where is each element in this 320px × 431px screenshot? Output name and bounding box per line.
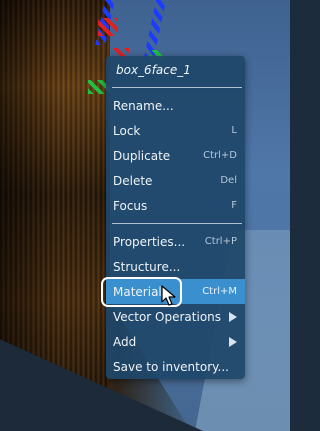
menu-item-label: Rename... xyxy=(113,98,174,113)
submenu-arrow-icon xyxy=(229,311,237,322)
menu-separator xyxy=(112,87,242,88)
menu-item-add[interactable]: Add xyxy=(106,329,245,354)
menu-item-shortcut: L xyxy=(231,125,237,136)
menu-item-shortcut: F xyxy=(231,200,237,211)
menu-item-lock[interactable]: Lock L xyxy=(106,118,245,143)
menu-item-label: Properties... xyxy=(113,234,186,249)
menu-item-duplicate[interactable]: Duplicate Ctrl+D xyxy=(106,143,245,168)
menu-item-vector-operations[interactable]: Vector Operations xyxy=(106,304,245,329)
menu-item-label: Vector Operations xyxy=(113,309,222,324)
menu-item-label: Structure... xyxy=(113,259,181,274)
menu-item-shortcut: Ctrl+P xyxy=(204,236,237,247)
menu-item-focus[interactable]: Focus F xyxy=(106,193,245,218)
menu-item-properties[interactable]: Properties... Ctrl+P xyxy=(106,229,245,254)
context-menu-title: box_6face_1 xyxy=(116,63,191,77)
menu-item-shortcut: Ctrl+D xyxy=(203,150,237,161)
menu-item-label: Duplicate xyxy=(113,148,171,163)
menu-item-label: Focus xyxy=(113,198,148,213)
mouse-pointer-icon xyxy=(161,285,176,306)
menu-item-structure[interactable]: Structure... xyxy=(106,254,245,279)
submenu-arrow-icon xyxy=(229,336,237,347)
menu-item-shortcut: Ctrl+M xyxy=(202,286,237,297)
menu-item-label: Add xyxy=(113,334,137,349)
gizmo-x-axis-handle[interactable] xyxy=(98,18,118,36)
menu-item-label: Delete xyxy=(113,173,153,188)
menu-item-label: Lock xyxy=(113,123,141,138)
menu-item-label: Save to inventory... xyxy=(113,359,229,374)
menu-item-delete[interactable]: Delete Del xyxy=(106,168,245,193)
context-menu: box_6face_1 Rename... Lock L Duplicate C… xyxy=(106,56,245,379)
menu-item-save-to-inventory[interactable]: Save to inventory... xyxy=(106,354,245,379)
menu-item-shortcut: Del xyxy=(220,175,237,186)
menu-separator xyxy=(112,223,242,224)
menu-item-rename[interactable]: Rename... xyxy=(106,93,245,118)
